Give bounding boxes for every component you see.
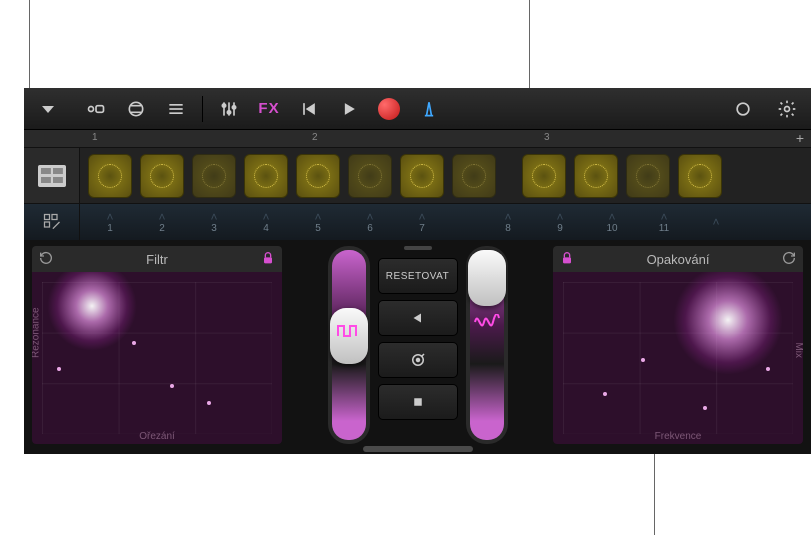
- loop-button[interactable]: [725, 94, 761, 124]
- metronome-button[interactable]: [411, 94, 447, 124]
- prev-button[interactable]: [291, 94, 327, 124]
- step-cell[interactable]: ˄11: [642, 204, 686, 240]
- dropdown-menu-button[interactable]: [30, 94, 66, 124]
- pad-cell[interactable]: [452, 154, 496, 198]
- pad-cell[interactable]: [244, 154, 288, 198]
- timeline-ruler[interactable]: 1 2 3 +: [24, 130, 811, 148]
- step-cell[interactable]: ˄6: [348, 204, 392, 240]
- drum-machine-icon: [38, 165, 66, 187]
- step-cell[interactable]: ˄3: [192, 204, 236, 240]
- fx-panel-left: Filtr Rezonance Ořezání: [32, 246, 282, 444]
- step-cell[interactable]: ˄4: [244, 204, 288, 240]
- fx-panel-title: Opakování: [581, 252, 775, 267]
- y-axis-label: Rezonance: [32, 307, 42, 358]
- refresh-icon[interactable]: [38, 250, 54, 269]
- step-row: ˄1 ˄2 ˄3 ˄4 ˄5 ˄6 ˄7 ˄8 ˄9 ˄10 ˄11 ˄: [24, 204, 811, 240]
- add-section-button[interactable]: +: [793, 131, 807, 145]
- grid-edit-button[interactable]: [24, 204, 80, 240]
- refresh-icon[interactable]: [781, 250, 797, 269]
- x-axis-label: Frekvence: [655, 431, 702, 442]
- fx-panel-header: Opakování: [553, 246, 803, 272]
- center-button-stack: RESETOVAT: [378, 246, 458, 444]
- pad-cell[interactable]: [296, 154, 340, 198]
- pad-cell[interactable]: [522, 154, 566, 198]
- ruler-mark: 1: [92, 132, 98, 143]
- fx-panel-title: Filtr: [60, 252, 254, 267]
- pad-cell[interactable]: [140, 154, 184, 198]
- fx-center-controls: RESETOVAT: [290, 246, 545, 444]
- pad-cell[interactable]: [88, 154, 132, 198]
- main-toolbar: FX: [24, 88, 811, 130]
- pad-cell[interactable]: [574, 154, 618, 198]
- drag-handle-icon[interactable]: [404, 246, 432, 250]
- app-window: FX 1 2: [24, 88, 811, 454]
- fx-button[interactable]: FX: [251, 94, 287, 124]
- bottom-drag-handle[interactable]: [363, 446, 473, 452]
- view-focus-button[interactable]: [78, 94, 114, 124]
- track-header[interactable]: [24, 148, 80, 203]
- xy-pad-right[interactable]: Mix Frekvence: [553, 272, 803, 444]
- pad-cell[interactable]: [348, 154, 392, 198]
- ruler-mark: 2: [312, 132, 318, 143]
- left-slider[interactable]: [328, 246, 370, 444]
- stop-button[interactable]: [378, 384, 458, 420]
- xy-pad-left[interactable]: Rezonance Ořezání: [32, 272, 282, 444]
- record-button[interactable]: [371, 94, 407, 124]
- lock-icon[interactable]: [559, 250, 575, 269]
- step-cell[interactable]: ˄7: [400, 204, 444, 240]
- scratch-button[interactable]: [378, 342, 458, 378]
- step-cell[interactable]: ˄8: [486, 204, 530, 240]
- lock-icon[interactable]: [260, 250, 276, 269]
- browser-button[interactable]: [118, 94, 154, 124]
- step-cell[interactable]: ˄9: [538, 204, 582, 240]
- settings-button[interactable]: [769, 94, 805, 124]
- pad-cell[interactable]: [400, 154, 444, 198]
- reverse-button[interactable]: [378, 300, 458, 336]
- step-cell[interactable]: ˄2: [140, 204, 184, 240]
- step-cell[interactable]: ˄10: [590, 204, 634, 240]
- fx-area: Filtr Rezonance Ořezání: [24, 240, 811, 454]
- reset-button[interactable]: RESETOVAT: [378, 258, 458, 294]
- list-view-button[interactable]: [158, 94, 194, 124]
- fx-panel-header: Filtr: [32, 246, 282, 272]
- pad-cell[interactable]: [678, 154, 722, 198]
- mixer-button[interactable]: [211, 94, 247, 124]
- step-numbers: ˄1 ˄2 ˄3 ˄4 ˄5 ˄6 ˄7 ˄8 ˄9 ˄10 ˄11 ˄: [80, 204, 811, 240]
- pads-track-row: [24, 148, 811, 204]
- play-button[interactable]: [331, 94, 367, 124]
- pads-container: [80, 148, 811, 203]
- x-axis-label: Ořezání: [139, 431, 175, 442]
- right-slider[interactable]: [466, 246, 508, 444]
- y-axis-label: Mix: [794, 342, 804, 358]
- pad-cell[interactable]: [192, 154, 236, 198]
- step-cell[interactable]: ˄1: [88, 204, 132, 240]
- fx-panel-right: Opakování Mix Frekvence: [553, 246, 803, 444]
- step-cell[interactable]: ˄: [694, 204, 738, 240]
- pad-cell[interactable]: [626, 154, 670, 198]
- step-cell[interactable]: ˄5: [296, 204, 340, 240]
- ruler-mark: 3: [544, 132, 550, 143]
